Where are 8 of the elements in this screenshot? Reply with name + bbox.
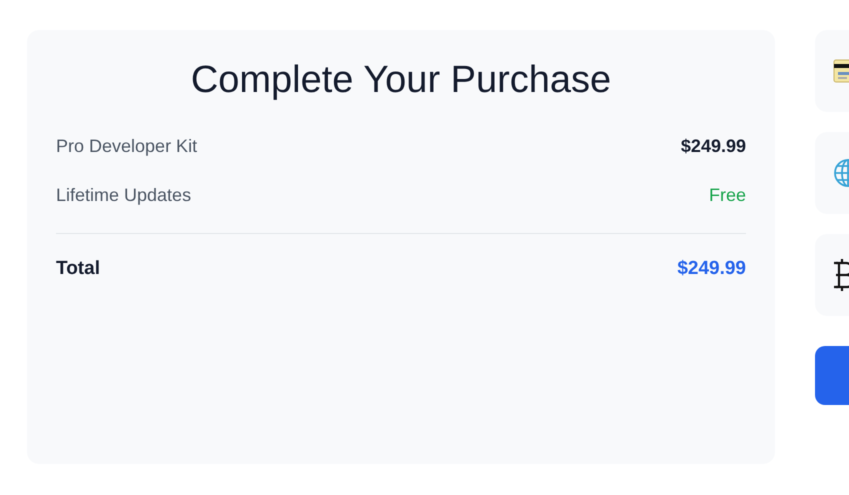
item-label: Lifetime Updates bbox=[56, 184, 192, 208]
item-price: $249.99 bbox=[680, 134, 746, 158]
purchase-title: Complete Your Purchase bbox=[190, 60, 612, 102]
item-price: Free bbox=[708, 184, 746, 208]
item-label: Pro Developer Kit bbox=[56, 134, 198, 158]
bitcoin-icon bbox=[833, 257, 849, 293]
total-label: Total bbox=[56, 256, 100, 281]
total-price: $249.99 bbox=[677, 256, 746, 281]
